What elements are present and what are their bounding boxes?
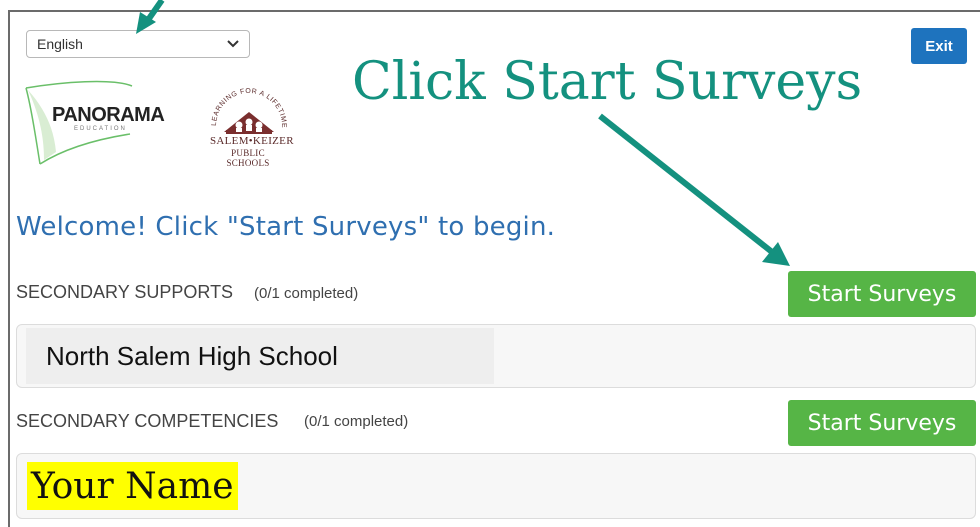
- panorama-subtitle: EDUCATION: [74, 126, 127, 132]
- survey-card-competencies[interactable]: Your Name: [27, 462, 238, 510]
- language-select[interactable]: English: [26, 30, 250, 58]
- start-surveys-button-competencies[interactable]: Start Surveys: [788, 400, 976, 446]
- section-count-competencies: (0/1 completed): [304, 413, 409, 430]
- survey-card-supports[interactable]: North Salem High School: [26, 328, 494, 384]
- start-surveys-button-supports[interactable]: Start Surveys: [788, 271, 976, 317]
- exit-button[interactable]: Exit: [911, 28, 967, 64]
- frame-border-left: [8, 10, 10, 527]
- section-title-competencies: SECONDARY COMPETENCIES: [16, 411, 279, 431]
- annotation-text: Click Start Surveys: [352, 52, 863, 112]
- arrow-to-start-surveys: [598, 113, 790, 266]
- chevron-down-icon: [227, 37, 239, 51]
- survey-page: English Exit Click Start Surveys PANORAM…: [0, 0, 980, 527]
- section-title-supports: SECONDARY SUPPORTS: [16, 282, 234, 302]
- frame-border-top: [8, 10, 980, 12]
- sk-name-line: SALEM•KEIZER: [210, 135, 294, 147]
- panorama-wordmark: PANORAMA: [52, 104, 165, 126]
- arrow-to-language-select: [136, 0, 165, 34]
- section-count-supports: (0/1 completed): [254, 285, 359, 302]
- sk-subtitle-line: PUBLIC SCHOOLS: [226, 148, 270, 168]
- language-select-value: English: [37, 36, 83, 52]
- welcome-heading: Welcome! Click "Start Surveys" to begin.: [16, 212, 556, 242]
